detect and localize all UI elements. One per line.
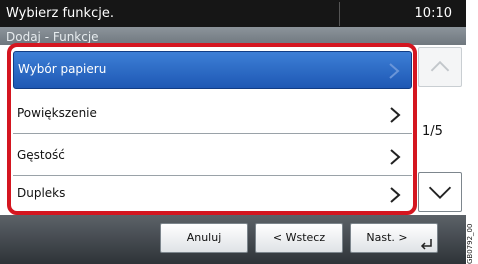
cancel-button[interactable]: Anuluj <box>160 223 248 253</box>
enter-icon <box>420 239 432 250</box>
highlight-frame <box>7 43 417 215</box>
chevron-down-icon <box>428 186 452 200</box>
breadcrumb: Dodaj - Funkcje <box>6 30 99 44</box>
page-title: Wybierz funkcje. <box>6 6 114 21</box>
scroll-up-button[interactable] <box>418 47 462 87</box>
title-bar: Wybierz funkcje. 10:10 <box>0 0 466 27</box>
clock: 10:10 <box>414 6 452 21</box>
figure-code: GB0792_00 <box>466 223 474 264</box>
screen: Wybierz funkcje. 10:10 Dodaj - Funkcje W… <box>0 0 466 264</box>
scroll-down-button[interactable] <box>418 172 462 212</box>
header-divider <box>339 2 340 26</box>
next-button[interactable]: Nast. > <box>350 223 438 253</box>
chevron-up-icon <box>430 60 450 72</box>
page-indicator: 1/5 <box>422 124 443 139</box>
next-button-label: Nast. > <box>366 231 408 244</box>
back-button[interactable]: < Wstecz <box>255 223 343 253</box>
